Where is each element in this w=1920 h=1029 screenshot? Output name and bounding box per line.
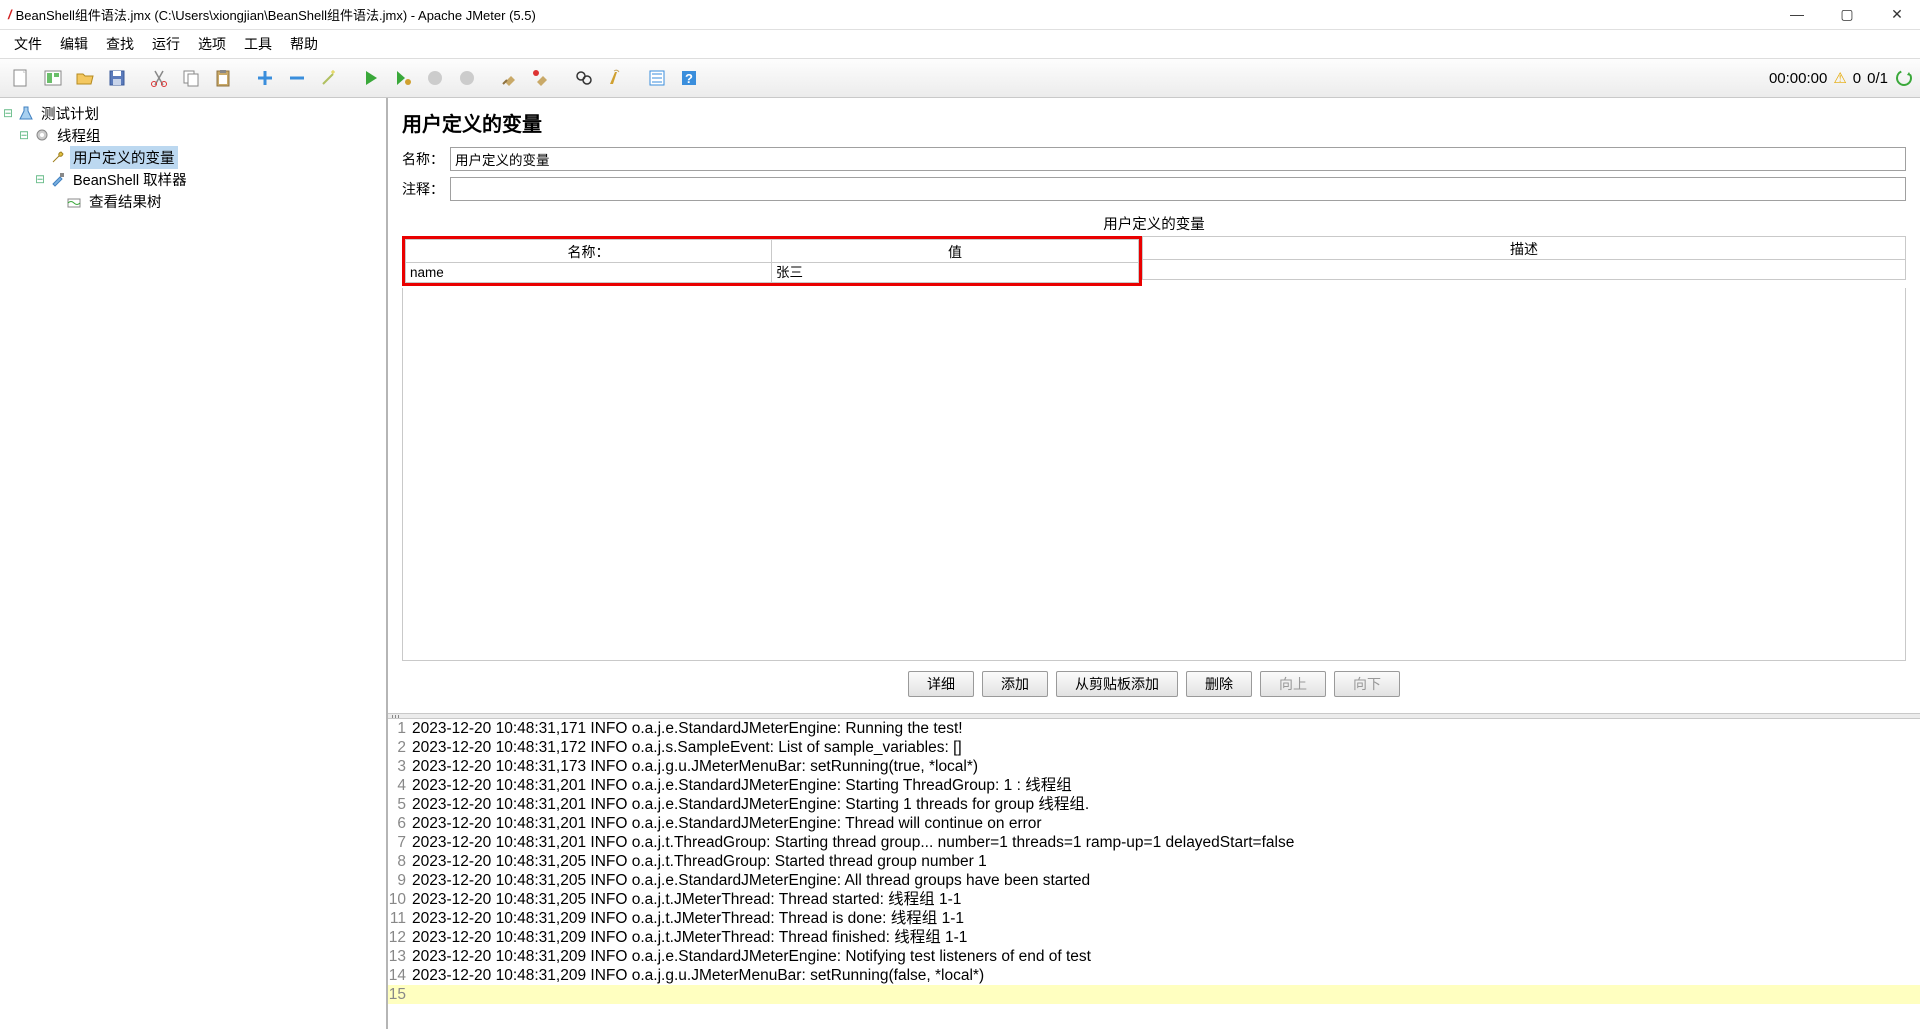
table-empty-area[interactable] <box>402 288 1906 661</box>
cut-icon[interactable] <box>144 63 174 93</box>
function-icon[interactable] <box>642 63 672 93</box>
warning-icon[interactable]: ⚠ <box>1833 69 1846 87</box>
tree-pane[interactable]: ⊟ 测试计划 ⊟ 线程组 用户定义的变量 ⊟ BeanShell 取样器 查看结… <box>0 98 388 1029</box>
thread-count: 0/1 <box>1867 70 1888 87</box>
tree-user-vars[interactable]: 用户定义的变量 <box>2 146 384 168</box>
cell-name[interactable]: name <box>405 263 772 283</box>
log-line: 52023-12-20 10:48:31,201 INFO o.a.j.e.St… <box>388 795 1920 814</box>
clear-search-icon[interactable] <box>600 63 630 93</box>
col-value-header[interactable]: 值 <box>772 239 1139 263</box>
log-line: 62023-12-20 10:48:31,201 INFO o.a.j.e.St… <box>388 814 1920 833</box>
comment-input[interactable] <box>450 177 1906 201</box>
name-input[interactable] <box>450 147 1906 171</box>
paste-icon[interactable] <box>208 63 238 93</box>
window-title: BeanShell组件语法.jmx (C:\Users\xiongjian\Be… <box>16 5 1782 24</box>
cell-value[interactable]: 张三 <box>772 263 1139 283</box>
gear-icon <box>33 126 51 144</box>
log-pane[interactable]: 12023-12-20 10:48:31,171 INFO o.a.j.e.St… <box>388 719 1920 1029</box>
tree-beanshell[interactable]: ⊟ BeanShell 取样器 <box>2 168 384 190</box>
minimize-button[interactable]: ― <box>1782 6 1812 23</box>
menu-file[interactable]: 文件 <box>6 31 50 57</box>
flask-icon <box>17 104 35 122</box>
tree-test-plan[interactable]: ⊟ 测试计划 <box>2 102 384 124</box>
add-button[interactable]: 添加 <box>982 671 1048 697</box>
remove-icon[interactable] <box>282 63 312 93</box>
menu-options[interactable]: 选项 <box>190 31 234 57</box>
templates-icon[interactable] <box>38 63 68 93</box>
search-icon[interactable] <box>568 63 598 93</box>
col-desc-header[interactable]: 描述 <box>1142 236 1906 260</box>
shutdown-icon[interactable] <box>452 63 482 93</box>
down-button[interactable]: 向下 <box>1334 671 1400 697</box>
run-nopause-icon[interactable] <box>388 63 418 93</box>
add-icon[interactable] <box>250 63 280 93</box>
detail-button[interactable]: 详细 <box>908 671 974 697</box>
editor-panel: 用户定义的变量 名称： 注释： 用户定义的变量 名称： name <box>388 98 1920 713</box>
name-label: 名称： <box>402 149 450 169</box>
comment-label: 注释： <box>402 179 450 199</box>
menu-tools[interactable]: 工具 <box>236 31 280 57</box>
log-line: 112023-12-20 10:48:31,209 INFO o.a.j.t.J… <box>388 909 1920 928</box>
save-icon[interactable] <box>102 63 132 93</box>
tree-result-tree[interactable]: 查看结果树 <box>2 190 384 212</box>
clear1-icon[interactable] <box>494 63 524 93</box>
menu-run[interactable]: 运行 <box>144 31 188 57</box>
horizontal-splitter[interactable] <box>388 713 1920 719</box>
up-button[interactable]: 向上 <box>1260 671 1326 697</box>
toolbar: ? 00:00:00 ⚠ 0 0/1 <box>0 58 1920 98</box>
log-line: 122023-12-20 10:48:31,209 INFO o.a.j.t.J… <box>388 928 1920 947</box>
log-line: 82023-12-20 10:48:31,205 INFO o.a.j.t.Th… <box>388 852 1920 871</box>
delete-button[interactable]: 删除 <box>1186 671 1252 697</box>
svg-text:?: ? <box>685 71 693 86</box>
new-icon[interactable] <box>6 63 36 93</box>
tree-thread-group[interactable]: ⊟ 线程组 <box>2 124 384 146</box>
cell-desc[interactable] <box>1142 260 1906 280</box>
stop-icon[interactable] <box>420 63 450 93</box>
wand-icon[interactable] <box>314 63 344 93</box>
elapsed-time: 00:00:00 <box>1769 70 1827 87</box>
dropper-icon <box>49 170 67 188</box>
log-line: 32023-12-20 10:48:31,173 INFO o.a.j.g.u.… <box>388 757 1920 776</box>
log-line: 22023-12-20 10:48:31,172 INFO o.a.j.s.Sa… <box>388 738 1920 757</box>
titlebar: / BeanShell组件语法.jmx (C:\Users\xiongjian\… <box>0 0 1920 30</box>
menu-edit[interactable]: 编辑 <box>52 31 96 57</box>
menu-help[interactable]: 帮助 <box>282 31 326 57</box>
log-line: 102023-12-20 10:48:31,205 INFO o.a.j.t.J… <box>388 890 1920 909</box>
warning-count: 0 <box>1853 70 1861 87</box>
clipboard-add-button[interactable]: 从剪贴板添加 <box>1056 671 1178 697</box>
log-line-current: 15 <box>388 985 1920 1004</box>
wrench-icon <box>49 148 67 166</box>
clear2-icon[interactable] <box>526 63 556 93</box>
jmeter-icon: / <box>8 7 12 22</box>
log-line: 92023-12-20 10:48:31,205 INFO o.a.j.e.St… <box>388 871 1920 890</box>
log-line: 42023-12-20 10:48:31,201 INFO o.a.j.e.St… <box>388 776 1920 795</box>
copy-icon[interactable] <box>176 63 206 93</box>
run-icon[interactable] <box>356 63 386 93</box>
log-line: 72023-12-20 10:48:31,201 INFO o.a.j.t.Th… <box>388 833 1920 852</box>
menu-search[interactable]: 查找 <box>98 31 142 57</box>
help-icon[interactable]: ? <box>674 63 704 93</box>
panel-heading: 用户定义的变量 <box>402 108 1906 137</box>
col-name-header[interactable]: 名称： <box>405 239 772 263</box>
open-icon[interactable] <box>70 63 100 93</box>
refresh-icon[interactable] <box>1894 68 1914 88</box>
section-title: 用户定义的变量 <box>402 213 1906 234</box>
log-line: 12023-12-20 10:48:31,171 INFO o.a.j.e.St… <box>388 719 1920 738</box>
log-line: 132023-12-20 10:48:31,209 INFO o.a.j.e.S… <box>388 947 1920 966</box>
maximize-button[interactable]: ▢ <box>1832 6 1862 23</box>
scope-icon <box>65 192 83 210</box>
menubar: 文件 编辑 查找 运行 选项 工具 帮助 <box>0 30 1920 58</box>
log-line: 142023-12-20 10:48:31,209 INFO o.a.j.g.u… <box>388 966 1920 985</box>
close-button[interactable]: ✕ <box>1882 6 1912 23</box>
